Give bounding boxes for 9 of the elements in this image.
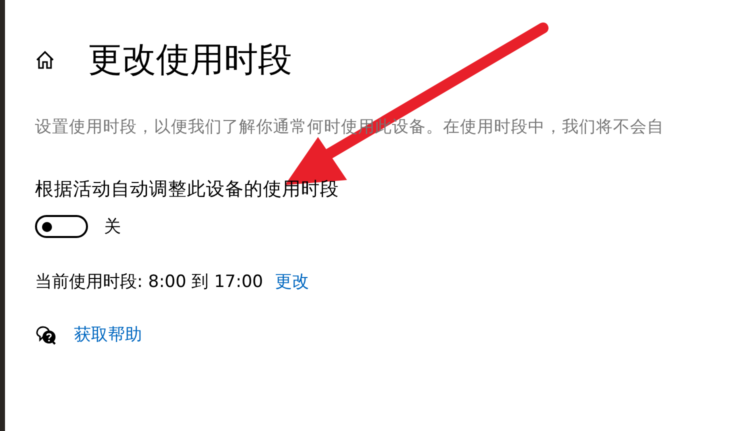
toggle-state: 关 (104, 216, 121, 238)
setting-label: 根据活动自动调整此设备的使用时段 (35, 178, 340, 201)
home-icon[interactable] (35, 50, 55, 70)
help-link[interactable]: 获取帮助 (74, 323, 142, 346)
page-title: 更改使用时段 (88, 39, 292, 82)
change-link[interactable]: 更改 (275, 270, 310, 293)
current-hours: 当前使用时段: 8:00 到 17:00 (35, 271, 264, 293)
toggle-switch[interactable] (35, 215, 88, 238)
help-chat-icon[interactable] (35, 324, 57, 344)
